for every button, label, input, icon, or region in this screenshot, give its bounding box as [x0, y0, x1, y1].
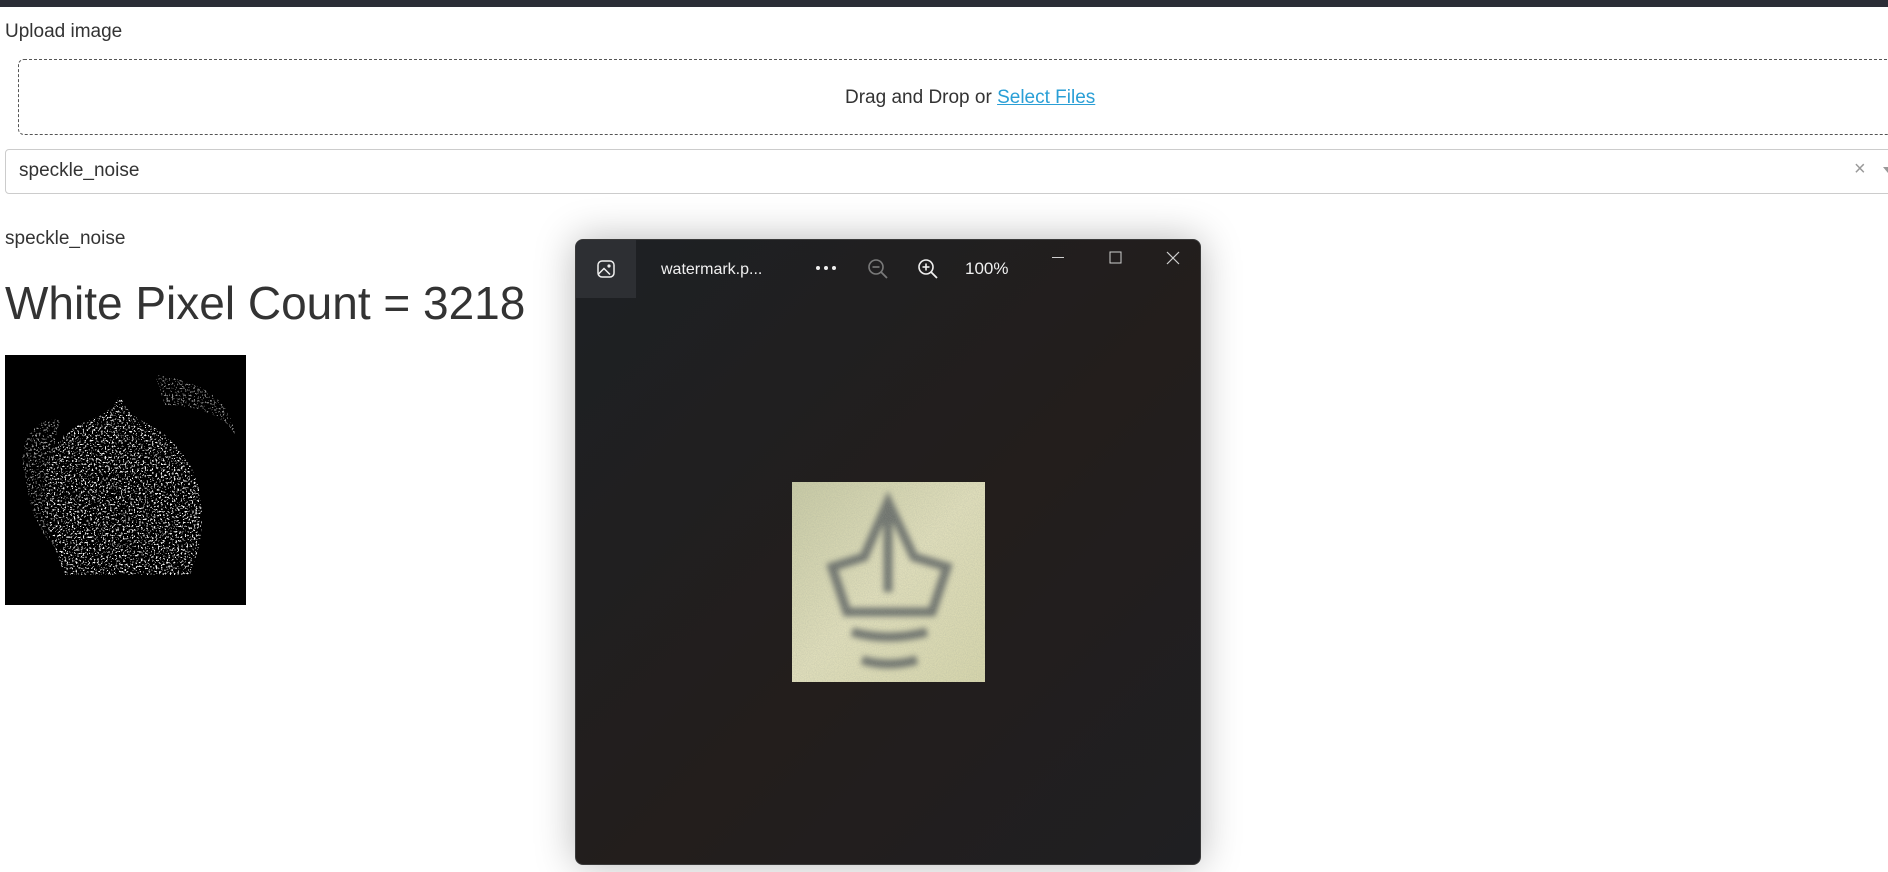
drop-instructions: Drag and Drop or	[845, 87, 998, 108]
minimize-icon[interactable]	[1044, 248, 1074, 268]
dropzone-text: Drag and Drop or Select Files	[845, 87, 1095, 109]
maximize-icon[interactable]	[1101, 248, 1131, 268]
photo-viewer-window[interactable]: watermark.p... 100%	[575, 239, 1201, 865]
upload-label: Upload image	[5, 21, 123, 42]
white-pixel-count-heading: White Pixel Count = 3218	[5, 277, 526, 329]
top-bar	[0, 0, 1888, 7]
method-dropdown-value: speckle_noise	[19, 160, 140, 181]
binary-result-image	[5, 355, 246, 605]
gallery-icon[interactable]	[576, 240, 636, 298]
clear-icon[interactable]: ×	[1854, 159, 1866, 179]
close-icon[interactable]	[1158, 248, 1188, 268]
watermark-photo	[792, 482, 985, 682]
zoom-out-icon[interactable]	[867, 258, 889, 280]
zoom-in-icon[interactable]	[917, 258, 939, 280]
viewer-file-title: watermark.p...	[661, 261, 763, 278]
selected-method-label: speckle_noise	[5, 228, 126, 249]
select-files-link[interactable]: Select Files	[997, 87, 1095, 108]
more-icon[interactable]	[813, 258, 839, 278]
zoom-level[interactable]: 100%	[965, 259, 1008, 279]
chevron-down-icon[interactable]	[1883, 167, 1888, 173]
method-dropdown[interactable]: speckle_noise ×	[5, 149, 1888, 194]
